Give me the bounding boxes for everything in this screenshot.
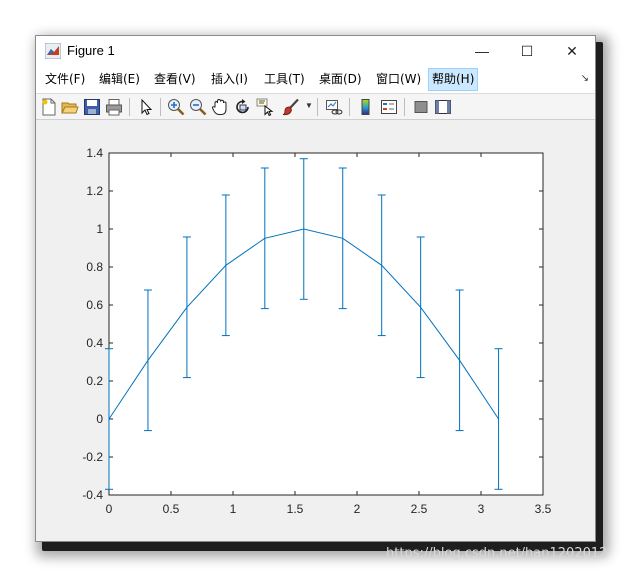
toolbar-separator [317, 98, 318, 116]
figure-toolbar: ▼ [36, 93, 595, 120]
window-title: Figure 1 [67, 43, 115, 58]
y-tick-label: 0.2 [86, 374, 103, 388]
menu-bar: 文件(F) 编辑(E) 查看(V) 插入(I) 工具(T) 桌面(D) 窗口(W… [36, 66, 595, 93]
watermark: https://blog.csdn.net/han1202012 [386, 546, 608, 561]
toolbar-separator [129, 98, 130, 116]
rotate-3d-icon[interactable] [234, 98, 252, 116]
print-icon[interactable] [105, 98, 123, 116]
brush-icon[interactable] [282, 98, 300, 116]
y-tick-label: 1 [96, 222, 103, 236]
brush-dropdown-arrow-icon[interactable]: ▼ [305, 101, 313, 110]
menu-edit[interactable]: 编辑(E) [96, 69, 143, 90]
x-tick-label: 2 [354, 502, 361, 516]
menu-desktop[interactable]: 桌面(D) [316, 69, 365, 90]
zoom-out-icon[interactable] [189, 98, 207, 116]
menu-view[interactable]: 查看(V) [151, 69, 199, 90]
open-file-icon[interactable] [61, 98, 79, 116]
colorbar-icon[interactable] [357, 98, 375, 116]
new-figure-icon[interactable] [40, 98, 58, 116]
menu-tools[interactable]: 工具(T) [261, 69, 308, 90]
x-tick-label: 0 [106, 502, 113, 516]
close-button[interactable]: ✕ [549, 36, 595, 66]
title-bar[interactable]: Figure 1 — ☐ ✕ [36, 36, 595, 66]
x-tick-label: 1.5 [287, 502, 304, 516]
x-tick-label: 3.5 [535, 502, 552, 516]
figure-window: Figure 1 — ☐ ✕ 文件(F) 编辑(E) 查看(V) 插入(I) 工… [35, 35, 596, 542]
x-tick-label: 2.5 [411, 502, 428, 516]
y-tick-label: -0.2 [82, 450, 103, 464]
y-tick-label: 1.2 [86, 184, 103, 198]
errorbar-chart[interactable]: 0 0.5 1 1.5 2 2.5 3 3.5 -0.4 -0.2 0 0.2 0.4 0.6 0.8 1 1… [36, 120, 595, 541]
menu-window[interactable]: 窗口(W) [373, 69, 424, 90]
legend-icon[interactable] [380, 98, 398, 116]
menu-help[interactable]: 帮助(H) [428, 68, 479, 91]
pan-icon[interactable] [211, 98, 229, 116]
toolbar-separator [404, 98, 405, 116]
link-plot-icon[interactable] [325, 98, 343, 116]
plot-area: 0 0.5 1 1.5 2 2.5 3 3.5 -0.4 -0.2 0 0.2 0.4 0.6 0.8 1 1… [36, 120, 595, 541]
x-tick-label: 1 [230, 502, 237, 516]
y-tick-label: 0.8 [86, 260, 103, 274]
dock-arrow-icon[interactable]: ↘ [581, 73, 589, 84]
y-tick-label: 0 [96, 412, 103, 426]
hide-plot-tools-icon[interactable] [412, 98, 430, 116]
zoom-in-icon[interactable] [167, 98, 185, 116]
matlab-logo-icon [45, 43, 61, 59]
y-tick-label: 0.6 [86, 298, 103, 312]
x-tick-label: 3 [478, 502, 485, 516]
menu-file[interactable]: 文件(F) [42, 69, 88, 90]
maximize-button[interactable]: ☐ [504, 36, 550, 66]
data-cursor-icon[interactable] [256, 98, 274, 116]
save-icon[interactable] [83, 98, 101, 116]
minimize-button[interactable]: — [459, 36, 505, 66]
show-plot-tools-icon[interactable] [434, 98, 452, 116]
x-tick-label: 0.5 [163, 502, 180, 516]
y-tick-label: 1.4 [86, 146, 103, 160]
toolbar-separator [160, 98, 161, 116]
toolbar-separator [349, 98, 350, 116]
y-tick-label: 0.4 [86, 336, 103, 350]
pointer-icon[interactable] [137, 98, 155, 116]
y-tick-label: -0.4 [82, 488, 103, 502]
menu-insert[interactable]: 插入(I) [208, 69, 251, 90]
